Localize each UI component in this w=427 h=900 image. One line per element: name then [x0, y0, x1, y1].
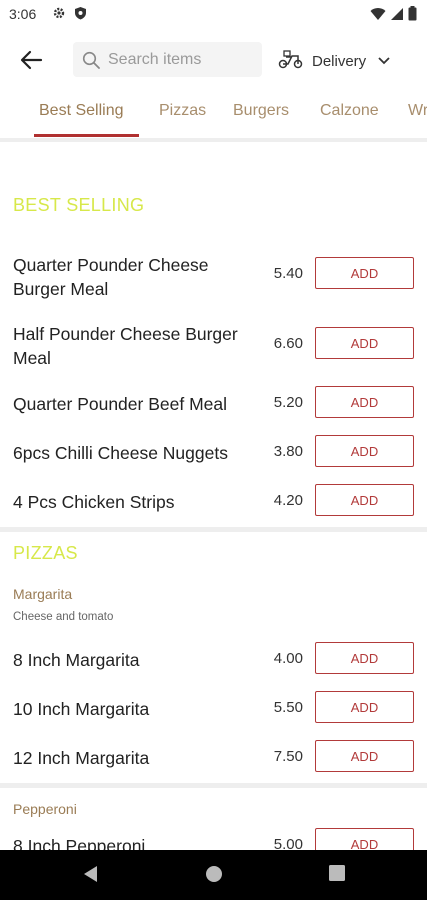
- menu-item-price: 4.00: [273, 650, 303, 667]
- category-tabs: Best Selling Pizzas Burgers Calzone Wrap…: [0, 94, 427, 138]
- add-button[interactable]: ADD: [315, 642, 414, 674]
- tab-best-selling[interactable]: Best Selling: [39, 102, 124, 120]
- add-button[interactable]: ADD: [315, 257, 414, 289]
- search-input[interactable]: [108, 42, 256, 77]
- delivery-label: Delivery: [312, 52, 367, 70]
- add-button[interactable]: ADD: [315, 740, 414, 772]
- active-tab-indicator: [34, 134, 139, 137]
- menu-item-name: Half Pounder Cheese Burger Meal: [13, 324, 238, 368]
- status-right-icons: [370, 6, 417, 26]
- battery-icon: [408, 6, 417, 26]
- delivery-scooter-icon: [278, 49, 304, 74]
- menu-item-name: 6pcs Chilli Cheese Nuggets: [13, 443, 228, 463]
- menu-item-price: 5.20: [273, 394, 303, 411]
- header: Delivery: [0, 38, 427, 84]
- nav-back-icon[interactable]: [82, 865, 98, 888]
- add-button[interactable]: ADD: [315, 327, 414, 359]
- add-button[interactable]: ADD: [315, 386, 414, 418]
- subcategory-title: Margarita: [13, 586, 73, 602]
- menu-item-price: 5.40: [273, 265, 303, 282]
- menu-item-name: 8 Inch Margarita: [13, 650, 140, 670]
- search-icon: [82, 51, 100, 74]
- menu-item-price: 6.60: [273, 335, 303, 352]
- add-button[interactable]: ADD: [315, 435, 414, 467]
- back-arrow-icon: [20, 50, 43, 70]
- menu-item-price: 5.50: [273, 699, 303, 716]
- shield-icon: [74, 6, 87, 25]
- tab-calzone[interactable]: Calzone: [320, 102, 379, 120]
- section-divider: [0, 527, 427, 532]
- menu-item-name: Quarter Pounder Cheese Burger Meal: [13, 255, 209, 299]
- status-time: 3:06: [9, 6, 37, 22]
- wifi-icon: [370, 7, 386, 26]
- cell-signal-icon: [390, 7, 404, 26]
- search-box[interactable]: [73, 42, 262, 77]
- delivery-selector[interactable]: Delivery: [278, 48, 408, 74]
- section-title-best-selling: BEST SELLING: [13, 195, 145, 215]
- status-bar: 3:06: [0, 0, 427, 28]
- subcategory-description: Cheese and tomato: [13, 611, 114, 623]
- menu-item-name: 10 Inch Margarita: [13, 699, 150, 719]
- menu-item-price: 4.20: [273, 492, 303, 509]
- add-button[interactable]: ADD: [315, 484, 414, 516]
- chevron-down-icon: [378, 52, 390, 70]
- tab-burgers[interactable]: Burgers: [233, 102, 289, 120]
- subcategory-title: Pepperoni: [13, 801, 77, 817]
- menu-item-price: 3.80: [273, 443, 303, 460]
- tab-wraps[interactable]: Wraps: [408, 102, 427, 120]
- add-button[interactable]: ADD: [315, 691, 414, 723]
- status-left-icons: [52, 6, 87, 25]
- section-divider: [0, 783, 427, 788]
- settings-icon: [52, 6, 66, 25]
- back-button[interactable]: [18, 48, 46, 72]
- menu-item-name: Quarter Pounder Beef Meal: [13, 394, 228, 414]
- menu-item-price: 7.50: [273, 748, 303, 765]
- section-title-pizzas: PIZZAS: [13, 543, 78, 563]
- menu-item-name: 4 Pcs Chicken Strips: [13, 492, 175, 512]
- nav-recents-icon[interactable]: [329, 865, 345, 886]
- system-navigation-bar: [0, 850, 427, 900]
- nav-home-icon[interactable]: [205, 865, 223, 888]
- menu-item-name: 12 Inch Margarita: [13, 748, 150, 768]
- tabs-divider: [0, 138, 427, 142]
- tab-pizzas[interactable]: Pizzas: [159, 102, 206, 120]
